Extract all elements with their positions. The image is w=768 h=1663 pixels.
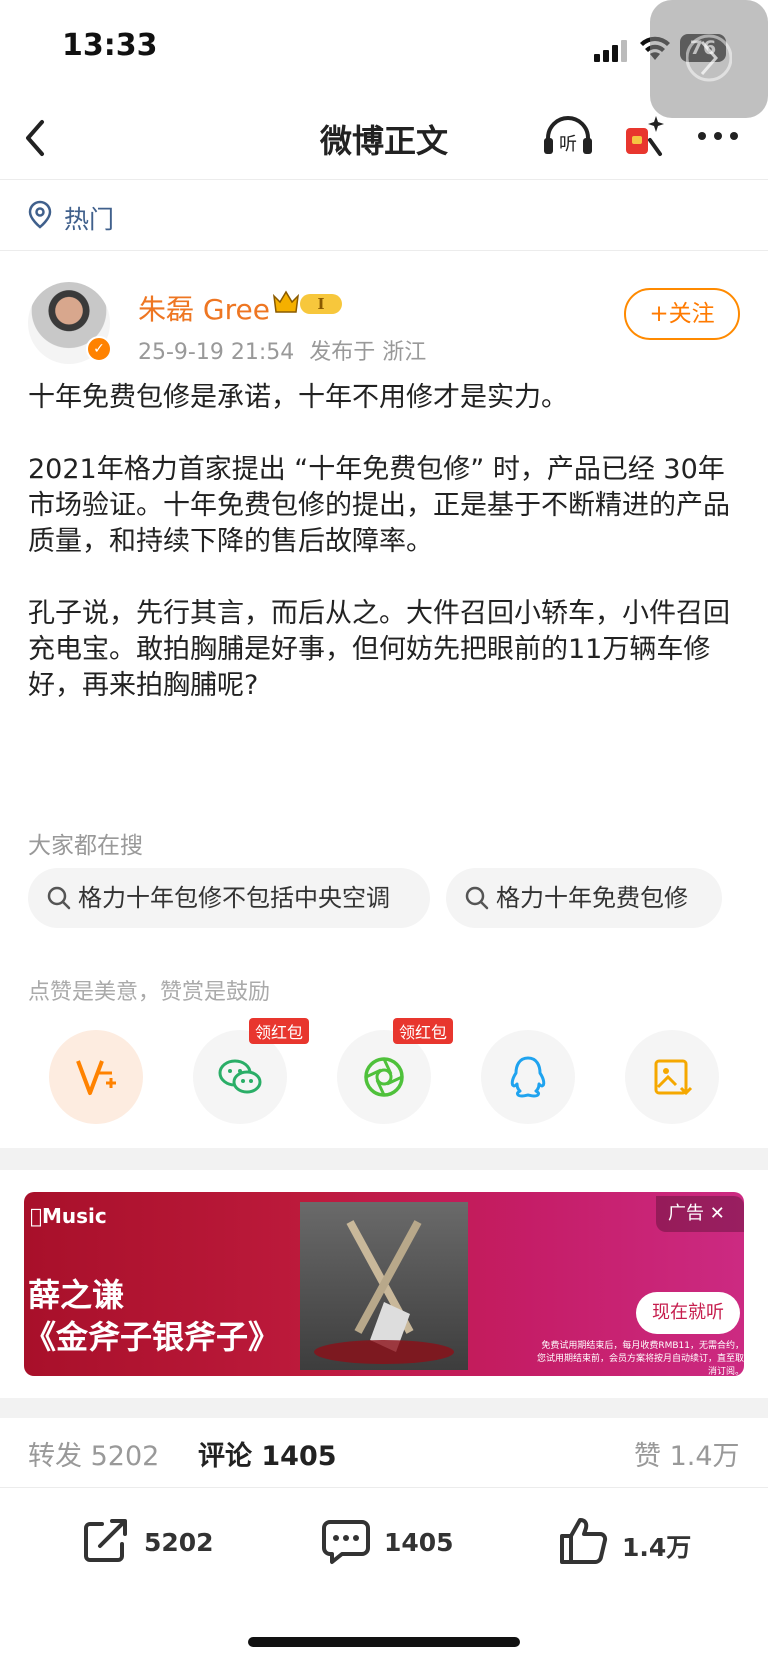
qq-icon	[510, 1056, 546, 1098]
author-name[interactable]: 朱磊 Gree	[138, 288, 270, 328]
repost-button[interactable]: 5202	[80, 1514, 230, 1574]
repost-icon	[84, 1519, 127, 1562]
search-icon	[47, 886, 71, 910]
repost-count: 5202	[144, 1528, 214, 1557]
comment-button[interactable]: 1405	[320, 1514, 470, 1574]
ad-brand-label: Music	[30, 1204, 107, 1228]
save-image-button[interactable]	[625, 1030, 719, 1124]
vip-crown-badge-icon: I	[272, 290, 342, 314]
share-wechat-button[interactable]: 领红包	[193, 1018, 310, 1124]
like-button[interactable]: 1.4万	[558, 1514, 708, 1574]
status-bar: 13:33 76	[0, 0, 768, 118]
share-moments-button[interactable]: 领红包	[337, 1018, 454, 1124]
reward-v-icon	[76, 1060, 116, 1095]
thumbs-up-icon	[560, 1518, 608, 1564]
follow-button[interactable]: +关注	[624, 288, 740, 340]
search-chip[interactable]: 格力十年免费包修	[446, 868, 722, 928]
post-meta: 25-9-19 21:54 发布于 浙江	[138, 334, 426, 366]
section-divider	[0, 1148, 768, 1170]
comment-icon	[322, 1520, 370, 1564]
level-badge-text: I	[317, 295, 324, 313]
search-chip-label: 格力十年免费包修	[496, 884, 688, 912]
headphones-listen-icon[interactable]: 听	[540, 110, 596, 162]
post-paragraph: 2021年格力首家提出 “十年免费包修” 时，产品已经 30年市场验证。十年免费…	[28, 454, 730, 557]
reward-note: 点赞是美意，赞赏是鼓励	[28, 980, 271, 1005]
ad-album: 《金斧子银斧子》	[24, 1318, 281, 1356]
status-time: 13:33	[62, 28, 158, 63]
verified-badge-icon: ✓	[86, 336, 112, 362]
home-indicator	[248, 1637, 520, 1647]
hot-label: 热门	[64, 205, 115, 234]
apple-music-logo: Music	[30, 1204, 107, 1228]
post-paragraph: 十年免费包修是承诺，十年不用修才是实力。	[28, 382, 568, 413]
author-header: ✓ 朱磊 Gree I 25-9-19 21:54 发布于 浙江 +关注	[0, 270, 768, 370]
chevron-right-icon	[686, 34, 732, 82]
comment-count: 1405	[384, 1528, 454, 1557]
ad-cta-button[interactable]: 现在就听	[636, 1292, 740, 1334]
search-heading: 大家都在搜	[28, 833, 143, 859]
like-count: 1.4万	[622, 1533, 692, 1562]
post-paragraph: 孔子说，先行其言，而后从之。大件召回小轿车，小件召回充电宝。敢拍胸脯是好事，但何…	[28, 598, 730, 701]
location-pin-icon	[28, 200, 52, 229]
ad-fine-print: 免费试用期结束后，每月收费RMB11，无需合约，您试用期结束前，会员方案将按月自…	[536, 1341, 744, 1376]
svg-text:听: 听	[559, 134, 577, 155]
more-icon[interactable]	[696, 130, 740, 142]
signal-icon	[594, 40, 628, 62]
ad-banner[interactable]: Music 薛之谦 《金斧子银斧子》 广告 ✕ 现在就听 免费试用期结束后，每…	[24, 1192, 744, 1376]
red-packet-tag: 领红包	[393, 1018, 454, 1044]
post-location: 发布于 浙江	[309, 340, 427, 365]
album-axe-artwork	[314, 1220, 454, 1364]
stats-row: 转发 5202 评论 1405 赞 1.4万	[0, 1418, 768, 1488]
post-date: 25-9-19 21:54	[138, 340, 295, 365]
save-image-icon	[654, 1059, 693, 1096]
action-bar: 5202 1405 1.4万	[0, 1490, 768, 1600]
red-packet-icon[interactable]	[620, 110, 670, 162]
red-packet-tag: 领红包	[249, 1018, 310, 1044]
reward-button[interactable]	[49, 1030, 143, 1124]
ad-label-text: 广告	[668, 1203, 704, 1224]
album-cover	[300, 1202, 468, 1370]
post-body: 十年免费包修是承诺，十年不用修才是实力。 2021年格力首家提出 “十年免费包修…	[28, 380, 740, 740]
tab-likes[interactable]: 赞 1.4万	[634, 1434, 740, 1473]
section-divider	[0, 1398, 768, 1418]
search-chip-label: 格力十年包修不包括中央空调	[78, 884, 390, 912]
wechat-icon	[218, 1059, 262, 1094]
hot-tag-row[interactable]: 热门	[0, 181, 768, 251]
moments-aperture-icon	[364, 1057, 404, 1097]
share-qq-button[interactable]	[481, 1030, 575, 1124]
ad-artist: 薛之谦	[28, 1276, 125, 1314]
nav-bar: 微博正文 听	[0, 96, 768, 180]
search-chip[interactable]: 格力十年包修不包括中央空调	[28, 868, 430, 928]
tab-reposts[interactable]: 转发 5202	[28, 1434, 159, 1473]
tab-comments[interactable]: 评论 1405	[198, 1434, 337, 1473]
ad-label[interactable]: 广告 ✕	[656, 1196, 744, 1232]
search-icon	[465, 886, 489, 910]
